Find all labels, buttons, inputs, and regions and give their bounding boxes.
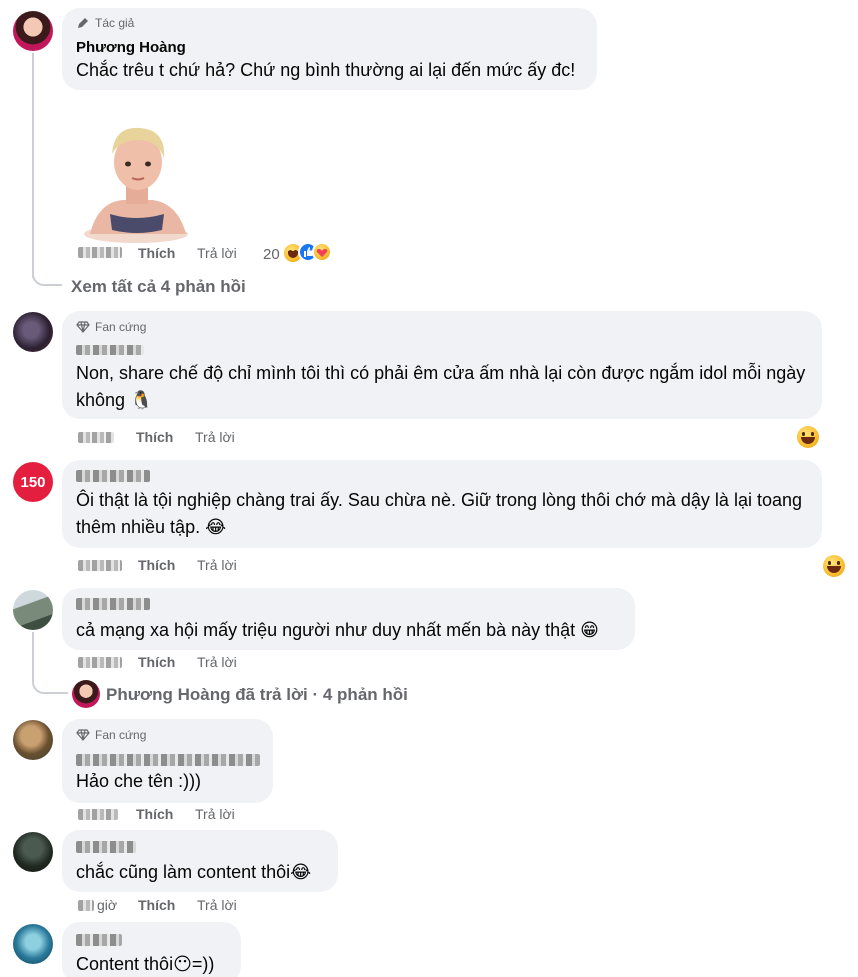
badge-label: Fan cứng xyxy=(95,728,147,742)
pencil-icon xyxy=(78,18,88,28)
commenter-name-blurred[interactable] xyxy=(76,934,122,946)
reaction-count[interactable]: 20 xyxy=(263,246,280,263)
avatar-logo-text: 150 xyxy=(20,473,46,491)
care-reaction-icon xyxy=(312,242,332,262)
commenter-avatar[interactable] xyxy=(13,924,53,964)
comment-text: Non, share chế độ chỉ mình tôi thì có ph… xyxy=(76,363,806,410)
reply-button[interactable]: Trả lời xyxy=(197,897,237,913)
like-button[interactable]: Thích xyxy=(138,897,175,913)
replied-by-link[interactable]: Phương Hoàng đã trả lời · 4 phản hồi xyxy=(106,685,408,705)
comment-text: Content thôi😶=)) xyxy=(76,954,215,974)
view-all-replies-link[interactable]: Xem tất cả 4 phản hồi xyxy=(71,277,246,297)
comment-text: Ôi thật là tội nghiệp chàng trai ấy. Sau… xyxy=(76,490,802,537)
commenter-avatar[interactable] xyxy=(13,720,53,760)
replier-avatar[interactable] xyxy=(72,680,100,708)
commenter-name-blurred[interactable] xyxy=(76,754,260,766)
comment-time-number[interactable] xyxy=(78,900,94,911)
author-badge: Tác giả xyxy=(76,16,134,30)
like-button[interactable]: Thích xyxy=(138,654,175,670)
fan-badge: Fan cứng xyxy=(76,320,146,334)
commenter-name-blurred[interactable] xyxy=(76,345,144,355)
reply-button[interactable]: Trả lời xyxy=(197,557,237,573)
grin-reaction-icon[interactable] xyxy=(797,426,819,448)
comment-time-suffix[interactable]: giờ xyxy=(97,897,117,913)
like-button[interactable]: Thích xyxy=(136,806,173,822)
reply-thread-line xyxy=(32,53,34,278)
diamond-icon xyxy=(76,729,90,741)
commenter-avatar[interactable] xyxy=(13,832,53,872)
commenter-name[interactable]: Phương Hoàng xyxy=(76,39,186,56)
like-button[interactable]: Thích xyxy=(138,245,175,261)
comment-text: Hảo che tên :))) xyxy=(76,771,202,791)
avatar-sticker-image[interactable] xyxy=(78,122,196,244)
comment-text: cả mạng xa hội mấy triệu người như duy n… xyxy=(76,620,599,640)
reply-button[interactable]: Trả lời xyxy=(197,654,237,670)
reply-button[interactable]: Trả lời xyxy=(197,245,237,261)
reply-thread-curve xyxy=(32,670,68,694)
comment-time[interactable] xyxy=(78,247,122,258)
badge-label: Tác giả xyxy=(95,16,135,30)
comment-text: Chắc trêu t chứ hả? Chứ ng bình thường a… xyxy=(76,60,576,80)
comment-text: chắc cũng làm content thôi😂 xyxy=(76,862,312,882)
reactions-summary[interactable] xyxy=(282,242,332,264)
avatar-phuong-hoang[interactable] xyxy=(13,11,53,51)
fan-badge: Fan cứng xyxy=(76,728,146,742)
diamond-icon xyxy=(76,321,90,333)
like-button[interactable]: Thích xyxy=(138,557,175,573)
commenter-name-blurred[interactable] xyxy=(76,470,150,482)
comment-time[interactable] xyxy=(78,560,122,571)
reply-button[interactable]: Trả lời xyxy=(195,429,235,445)
grin-reaction-icon[interactable] xyxy=(823,555,846,577)
reply-thread-curve xyxy=(32,262,62,286)
reply-button[interactable]: Trả lời xyxy=(195,806,235,822)
commenter-name-blurred[interactable] xyxy=(76,598,150,610)
commenter-avatar[interactable] xyxy=(13,312,53,352)
comment-time[interactable] xyxy=(78,657,122,668)
commenter-name-blurred[interactable] xyxy=(76,841,136,853)
badge-label: Fan cứng xyxy=(95,320,147,334)
like-button[interactable]: Thích xyxy=(136,429,173,445)
comment-time[interactable] xyxy=(78,432,114,443)
commenter-avatar[interactable]: 150 xyxy=(13,462,53,502)
commenter-avatar[interactable] xyxy=(13,590,53,630)
comment-time[interactable] xyxy=(78,809,118,820)
